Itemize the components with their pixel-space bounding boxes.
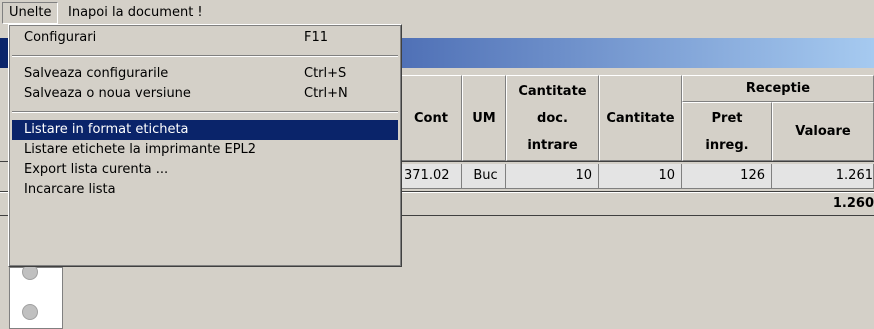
header-cantitate-doc-line2: doc. [537, 110, 568, 126]
total-valoare: 1.260 [832, 196, 874, 211]
menu-unelte[interactable]: Unelte [2, 2, 59, 24]
header-cantitate-label: Cantitate [606, 110, 675, 126]
menu-item-incarcare-lista[interactable]: Incarcare lista [12, 180, 398, 200]
header-receptie-label: Receptie [745, 81, 811, 96]
menu-item-salveaza-noua-versiune[interactable]: Salveaza o noua versiune Ctrl+N [12, 84, 398, 104]
header-cantitate[interactable]: Cantitate [599, 75, 682, 161]
cell-pret[interactable]: 126 [682, 164, 772, 189]
menu-item-listare-etichete-epl2[interactable]: Listare etichete la imprimante EPL2 [12, 140, 398, 160]
header-cont-label: Cont [414, 110, 448, 126]
menu-item-shortcut: Ctrl+S [304, 66, 347, 81]
header-receptie[interactable]: Receptie [682, 75, 874, 102]
menu-item-label: Salveaza o noua versiune [24, 86, 191, 101]
header-um[interactable]: UM [462, 75, 506, 161]
header-cantitate-doc-intrare[interactable]: Cantitate doc. intrare [506, 75, 599, 161]
cell-cont[interactable]: 371.02 [400, 164, 462, 189]
menu-separator [12, 55, 398, 57]
header-cantitate-doc-line3: intrare [527, 137, 578, 153]
menu-item-label: Configurari [24, 30, 97, 45]
menu-item-label: Listare etichete la imprimante EPL2 [24, 142, 257, 157]
header-valoare-label: Valoare [795, 124, 851, 139]
radio-group [9, 264, 63, 329]
radio-option-2[interactable] [22, 304, 38, 320]
header-valoare[interactable]: Valoare [772, 102, 874, 161]
menu-item-shortcut: F11 [304, 30, 329, 45]
menu-item-listare-format-eticheta[interactable]: Listare in format eticheta [12, 120, 398, 140]
header-um-label: UM [472, 110, 496, 126]
cell-cantitate-doc[interactable]: 10 [506, 164, 599, 189]
header-pret-inreg[interactable]: Pret inreg. [682, 102, 772, 161]
unelte-dropdown-menu: Configurari F11 Salveaza configurarile C… [8, 24, 402, 267]
header-cont[interactable]: Cont [400, 75, 462, 161]
menu-item-label: Export lista curenta ... [24, 162, 169, 177]
menu-inapoi-la-document[interactable]: Inapoi la document ! [62, 2, 209, 24]
header-pret-line1: Pret [711, 110, 743, 126]
menu-item-label: Salveaza configurarile [24, 66, 169, 81]
menu-item-shortcut: Ctrl+N [304, 86, 348, 101]
menu-item-export-lista-curenta[interactable]: Export lista curenta ... [12, 160, 398, 180]
cell-cantitate[interactable]: 10 [599, 164, 682, 189]
menu-item-salveaza-configurarile[interactable]: Salveaza configurarile Ctrl+S [12, 64, 398, 84]
menu-item-configurari[interactable]: Configurari F11 [12, 28, 398, 48]
menu-separator [12, 111, 398, 113]
header-pret-line2: inreg. [705, 137, 749, 153]
cell-valoare[interactable]: 1.261 [772, 164, 874, 189]
cell-um[interactable]: Buc [462, 164, 506, 189]
menu-item-label: Listare in format eticheta [24, 122, 189, 137]
menu-item-label: Incarcare lista [24, 182, 116, 197]
header-cantitate-doc-line1: Cantitate [518, 83, 587, 99]
menu-bar: Unelte Inapoi la document ! [0, 0, 874, 26]
